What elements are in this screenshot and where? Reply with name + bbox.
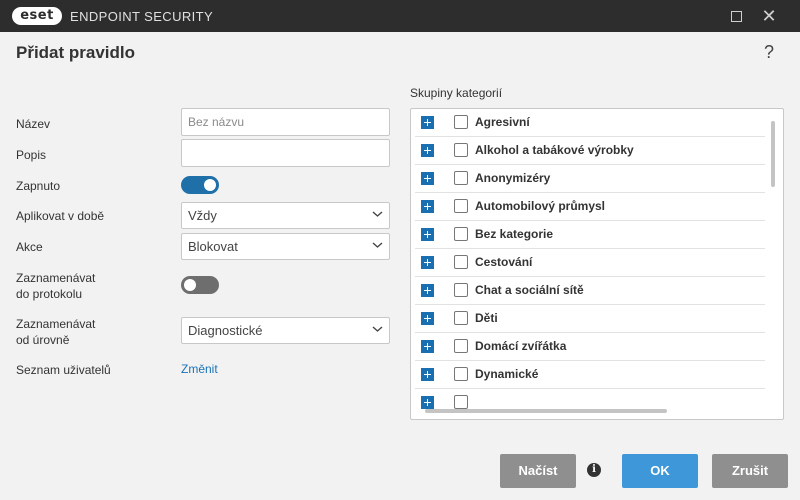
category-list[interactable]: Agresivní Alkohol a tabákové výrobky Ano… (410, 108, 784, 420)
description-input[interactable] (181, 139, 390, 167)
close-button[interactable]: ✕ (753, 0, 785, 32)
expand-icon[interactable] (421, 256, 434, 269)
expand-icon[interactable] (421, 284, 434, 297)
category-item[interactable]: Chat a sociální sítě (415, 277, 765, 305)
horizontal-scrollbar[interactable] (425, 409, 667, 413)
action-select[interactable]: Blokovat (181, 233, 390, 260)
category-item[interactable]: Anonymizéry (415, 165, 765, 193)
category-checkbox[interactable] (454, 115, 468, 129)
enabled-label: Zapnuto (16, 179, 61, 193)
action-value: Blokovat (188, 239, 238, 254)
description-label: Popis (16, 148, 47, 162)
name-label: Název (16, 117, 51, 131)
category-checkbox[interactable] (454, 339, 468, 353)
category-checkbox[interactable] (454, 227, 468, 241)
expand-icon[interactable] (421, 228, 434, 241)
category-checkbox[interactable] (454, 255, 468, 269)
eset-logo: eset (12, 7, 62, 25)
info-icon[interactable]: i (587, 463, 601, 477)
category-checkbox[interactable] (454, 283, 468, 297)
category-item[interactable]: Domácí zvířátka (415, 333, 765, 361)
category-item[interactable]: Bez kategorie (415, 221, 765, 249)
apply-time-value: Vždy (188, 208, 217, 223)
expand-icon[interactable] (421, 368, 434, 381)
name-input[interactable] (181, 108, 390, 136)
apply-time-label: Aplikovat v době (16, 209, 105, 223)
close-icon: ✕ (761, 6, 777, 26)
cancel-button[interactable]: Zrušit (712, 454, 788, 488)
chevron-down-icon (372, 242, 383, 248)
vertical-scrollbar[interactable] (771, 121, 775, 187)
category-checkbox[interactable] (454, 143, 468, 157)
log-level-label-line1: Zaznamenávat (16, 317, 96, 331)
log-level-label: Zaznamenávat od úrovně (16, 316, 95, 348)
expand-icon[interactable] (421, 116, 434, 129)
toggle-knob (204, 179, 216, 191)
chevron-down-icon (372, 211, 383, 217)
category-checkbox[interactable] (454, 367, 468, 381)
chevron-down-icon (372, 326, 383, 332)
log-label-line2: do protokolu (16, 287, 83, 301)
category-item[interactable]: Dynamické (415, 361, 765, 389)
toggle-knob (184, 279, 196, 291)
expand-icon[interactable] (421, 144, 434, 157)
category-groups-title: Skupiny kategorií (410, 86, 503, 100)
app-title: ENDPOINT SECURITY (70, 9, 214, 24)
expand-icon[interactable] (421, 340, 434, 353)
page-title: Přidat pravidlo (16, 43, 136, 62)
title-bar: eset ENDPOINT SECURITY ✕ (0, 0, 800, 32)
action-label: Akce (16, 240, 43, 254)
ok-button[interactable]: OK (622, 454, 698, 488)
category-checkbox[interactable] (454, 311, 468, 325)
change-users-link[interactable]: Změnit (181, 362, 218, 376)
category-item[interactable]: Děti (415, 305, 765, 333)
log-label: Zaznamenávat do protokolu (16, 270, 95, 302)
category-item[interactable]: Automobilový průmysl (415, 193, 765, 221)
expand-icon[interactable] (421, 200, 434, 213)
user-list-label: Seznam uživatelů (16, 363, 111, 377)
log-level-label-line2: od úrovně (16, 333, 70, 347)
category-item[interactable]: Cestování (415, 249, 765, 277)
maximize-icon (730, 11, 742, 22)
help-icon[interactable]: ? (764, 42, 774, 63)
category-checkbox (454, 395, 468, 409)
log-level-select[interactable]: Diagnostické (181, 317, 390, 344)
logo-text: eset (20, 8, 54, 23)
load-button[interactable]: Načíst (500, 454, 576, 488)
enabled-toggle[interactable] (181, 176, 219, 194)
category-item[interactable]: Alkohol a tabákové výrobky (415, 137, 765, 165)
expand-icon (421, 396, 434, 409)
log-label-line1: Zaznamenávat (16, 271, 96, 285)
log-level-value: Diagnostické (188, 323, 263, 338)
apply-time-select[interactable]: Vždy (181, 202, 390, 229)
expand-icon[interactable] (421, 172, 434, 185)
category-checkbox[interactable] (454, 199, 468, 213)
category-checkbox[interactable] (454, 171, 468, 185)
maximize-button[interactable] (720, 0, 752, 32)
expand-icon[interactable] (421, 312, 434, 325)
log-toggle[interactable] (181, 276, 219, 294)
category-item[interactable]: Agresivní (415, 109, 765, 137)
